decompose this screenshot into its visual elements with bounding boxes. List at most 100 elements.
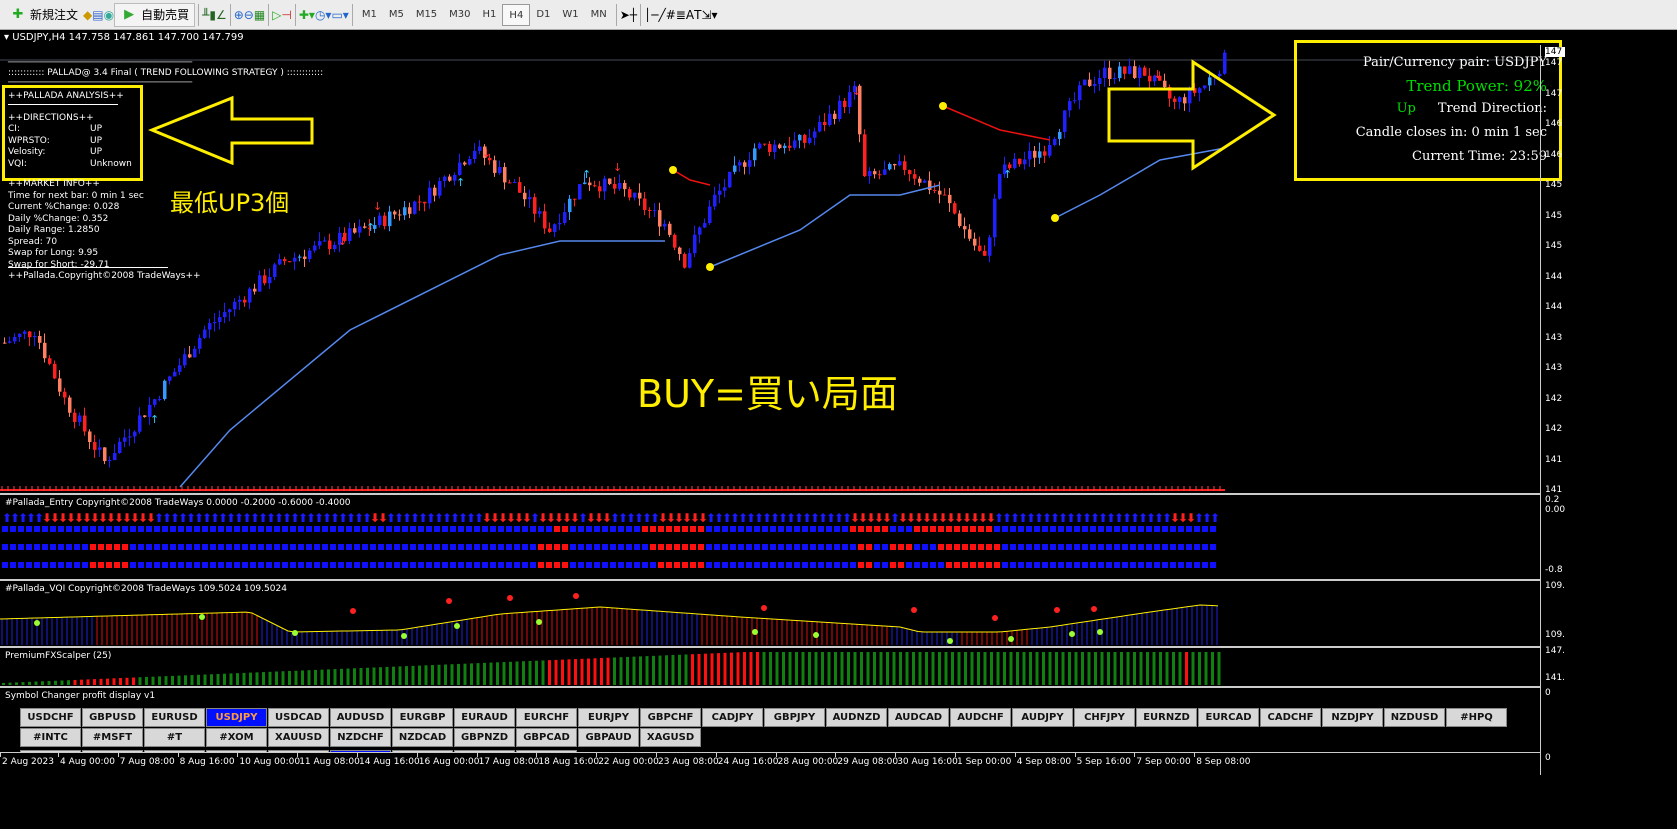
symbol-button-gbpaud[interactable]: GBPAUD [578,728,639,747]
entry-square [1170,544,1176,550]
symbol-button-usdchf[interactable]: USDCHF [20,708,81,727]
entry-square [1122,526,1128,532]
symbol-button-eurnzd[interactable]: EURNZD [1136,708,1197,727]
entry-indicator: ⬆⬆⬆⬆⬆⬇⬇⬇⬇⬇⬇⬇⬇⬇⬇⬇⬇⬇⬇⬆⬆⬆⬆⬆⬆⬆⬆⬆⬆⬆⬆⬆⬆⬆⬆⬆⬆⬆⬆⬆… [2,511,1220,568]
entry-square [834,526,840,532]
scalper-bar [158,676,161,685]
entry-square [938,544,944,550]
scalper-bar [613,657,616,685]
entry-axis-label: 0.00 [1545,505,1565,515]
scalper-bar [587,658,590,685]
scalper-bar [1120,652,1123,685]
symbol-button-hpq[interactable]: #HPQ [1446,708,1507,727]
symbol-button-audcad[interactable]: AUDCAD [888,708,949,727]
symbol-button-eurcad[interactable]: EURCAD [1198,708,1259,727]
entry-square [842,526,848,532]
symbol-button-gbpusd[interactable]: GBPUSD [82,708,143,727]
scalper-bar [808,652,811,685]
entry-square [474,544,480,550]
symbol-button-gbpchf[interactable]: GBPCHF [640,708,701,727]
symbol-button-xom[interactable]: #XOM [206,728,267,747]
symbol-button-gbpjpy[interactable]: GBPJPY [764,708,825,727]
entry-square [602,544,608,550]
symbol-button-nzdusd[interactable]: NZDUSD [1384,708,1445,727]
entry-square [594,544,600,550]
vqi-red-dot [1054,607,1060,613]
symbol-button-msft[interactable]: #MSFT [82,728,143,747]
symbol-axis-label: 0 [1545,753,1565,763]
scalper-bar [964,652,967,685]
entry-square [1114,562,1120,568]
symbol-button-usdcad[interactable]: USDCAD [268,708,329,727]
entry-square [50,526,56,532]
scalper-bar [788,652,792,685]
scalper-bar [834,652,837,685]
entry-square [234,526,240,532]
symbol-button-cadchf[interactable]: CADCHF [1260,708,1321,727]
entry-square [546,544,552,550]
scalper-bar [931,652,935,685]
symbol-button-nzdchf[interactable]: NZDCHF [330,728,391,747]
entry-square [1186,544,1192,550]
entry-square [146,544,152,550]
symbol-button-t[interactable]: #T [144,728,205,747]
candle-countdown: Candle closes in: 0 min 1 sec [1355,125,1547,140]
symbol-button-eurjpy[interactable]: EURJPY [578,708,639,727]
symbol-button-nzdcad[interactable]: NZDCAD [392,728,453,747]
entry-square [378,544,384,550]
symbol-button-chfjpy[interactable]: CHFJPY [1074,708,1135,727]
entry-square [634,544,640,550]
symbol-button-gbpnzd[interactable]: GBPNZD [454,728,515,747]
symbol-button-eurgbp[interactable]: EURGBP [392,708,453,727]
symbol-button-cadjpy[interactable]: CADJPY [702,708,763,727]
scalper-bar [1022,652,1026,685]
entry-square [602,526,608,532]
symbol-button-audjpy[interactable]: AUDJPY [1012,708,1073,727]
symbol-button-audusd[interactable]: AUDUSD [330,708,391,727]
time-tick-label: 18 Aug 16:00 [536,753,600,767]
scalper-bar [580,658,584,685]
vqi-green-dot [1069,631,1075,637]
entry-square [490,526,496,532]
scalper-bar [125,677,129,685]
entry-square [762,562,768,568]
symbol-button-nzdjpy[interactable]: NZDJPY [1322,708,1383,727]
symbol-button-usdjpy[interactable]: USDJPY [206,708,267,727]
symbol-button-euraud[interactable]: EURAUD [454,708,515,727]
scalper-bar [184,675,187,685]
current-time: Current Time: 23:59 [1412,149,1547,164]
entry-square [1130,526,1136,532]
symbol-button-audnzd[interactable]: AUDNZD [826,708,887,727]
symbol-button-eurusd[interactable]: EURUSD [144,708,205,727]
symbol-button-intc[interactable]: #INTC [20,728,81,747]
entry-square [330,562,336,568]
symbol-button-gbpcad[interactable]: GBPCAD [516,728,577,747]
scalper-bar [632,656,636,685]
entry-square [802,544,808,550]
entry-square [1090,544,1096,550]
entry-square [514,526,520,532]
scalper-bar [1029,652,1032,685]
symbol-button-audchf[interactable]: AUDCHF [950,708,1011,727]
symbol-button-xagusd[interactable]: XAGUSD [640,728,701,747]
entry-square [1098,526,1104,532]
entry-square [114,562,120,568]
entry-square [74,562,80,568]
entry-square [1074,544,1080,550]
scalper-bar [886,652,889,685]
entry-square [930,562,936,568]
entry-square [426,544,432,550]
symbol-button-eurchf[interactable]: EURCHF [516,708,577,727]
time-tick-label: 28 Aug 00:00 [775,753,839,767]
scalper-bar [710,653,714,685]
scalper-bar [444,664,447,685]
scalper-bar [938,652,941,685]
entry-square [882,544,888,550]
scalper-bar [1107,652,1110,685]
left-arrow-shape [148,95,314,166]
scalper-bar [1061,652,1065,685]
symbol-button-xauusd[interactable]: XAUUSD [268,728,329,747]
scalper-bar [671,655,675,685]
entry-square [906,526,912,532]
scalper-bar [951,652,954,685]
